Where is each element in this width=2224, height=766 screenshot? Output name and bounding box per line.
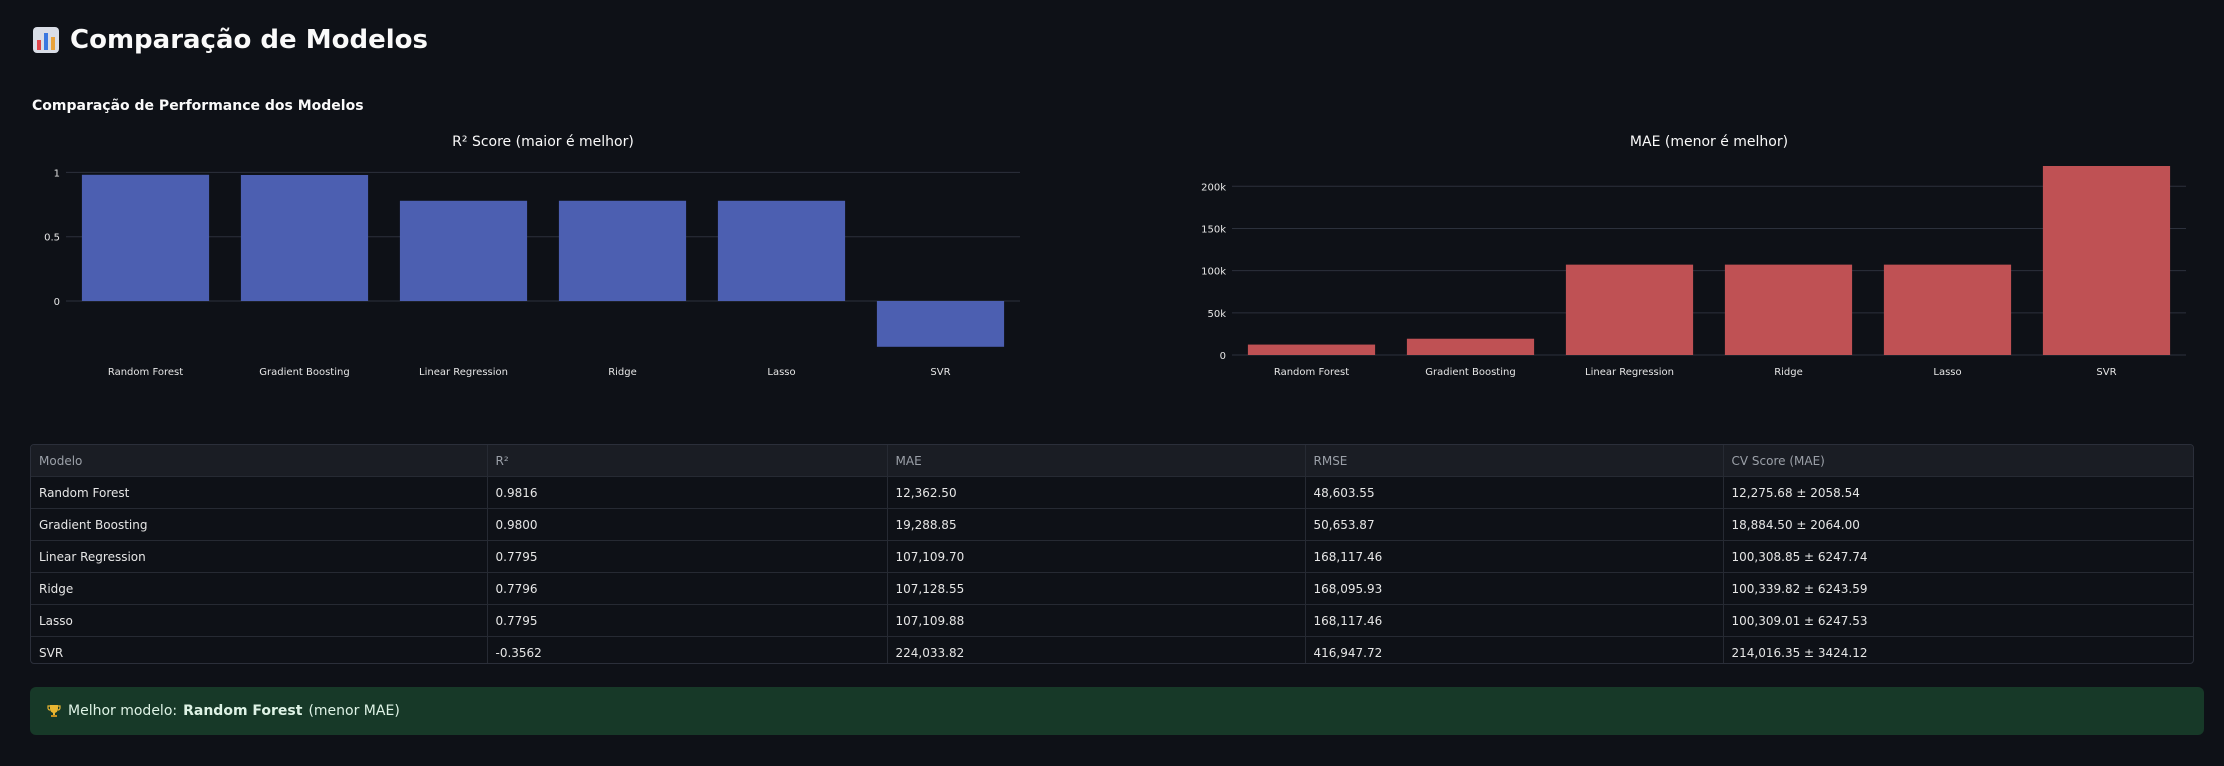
x-tick-label: Ridge bbox=[608, 367, 637, 378]
cell-r2: 0.7795 bbox=[487, 540, 888, 573]
y-tick-label: 0 bbox=[54, 297, 60, 308]
cell-rmse: 48,603.55 bbox=[1305, 476, 1724, 509]
r2-chart-svg: R² Score (maior é melhor) 0 0.5 1 Random For… bbox=[44, 134, 1020, 378]
cell-modelo: Lasso bbox=[31, 604, 488, 637]
best-model-alert: Melhor modelo: Random Forest (menor MAE) bbox=[30, 687, 2204, 735]
cell-modelo: Linear Regression bbox=[31, 540, 488, 573]
cell-modelo: Gradient Boosting bbox=[31, 508, 488, 541]
cell-rmse: 168,117.46 bbox=[1305, 604, 1724, 637]
y-tick-label: 50k bbox=[1207, 309, 1226, 320]
col-header-r2[interactable]: R² bbox=[487, 445, 888, 477]
cell-cv-score: 100,339.82 ± 6243.59 bbox=[1723, 572, 2193, 605]
col-header-rmse[interactable]: RMSE bbox=[1305, 445, 1724, 477]
mae-chart-svg: MAE (menor é melhor) 0 50k 100k 150k 200k Rand… bbox=[1201, 134, 2186, 378]
x-tick-label: Gradient Boosting bbox=[1425, 367, 1515, 378]
section-subtitle: Comparação de Performance dos Modelos bbox=[32, 98, 364, 114]
best-model-suffix: (menor MAE) bbox=[308, 703, 400, 719]
cell-modelo: Ridge bbox=[31, 572, 488, 605]
table-row: Linear Regression 0.7795 107,109.70 168,… bbox=[31, 540, 2193, 573]
y-tick-label: 0 bbox=[1220, 351, 1226, 362]
mae-chart: MAE (menor é melhor) 0 50k 100k 150k 200k Rand… bbox=[1196, 130, 2196, 394]
cell-cv-score: 100,309.01 ± 6247.53 bbox=[1723, 604, 2193, 637]
bar bbox=[876, 301, 1005, 347]
cell-r2: 0.7796 bbox=[487, 572, 888, 605]
table-header-row: Modelo R² MAE RMSE CV Score (MAE) bbox=[31, 445, 2193, 477]
x-tick-label: SVR bbox=[930, 367, 950, 378]
bar bbox=[1406, 338, 1535, 355]
x-tick-label: Linear Regression bbox=[1585, 367, 1674, 378]
cell-mae: 107,109.88 bbox=[887, 604, 1306, 637]
cell-mae: 19,288.85 bbox=[887, 508, 1306, 541]
cell-r2: 0.9816 bbox=[487, 476, 888, 509]
col-header-mae[interactable]: MAE bbox=[887, 445, 1306, 477]
cell-mae: 107,109.70 bbox=[887, 540, 1306, 573]
y-tick-label: 150k bbox=[1201, 224, 1226, 235]
bar bbox=[558, 200, 687, 301]
cell-rmse: 168,095.93 bbox=[1305, 572, 1724, 605]
y-tick-label: 200k bbox=[1201, 182, 1226, 193]
page-title-text: Comparação de Modelos bbox=[70, 25, 428, 55]
cell-rmse: 168,117.46 bbox=[1305, 540, 1724, 573]
bar bbox=[1724, 264, 1853, 355]
cell-r2: -0.3562 bbox=[487, 636, 888, 663]
cell-rmse: 50,653.87 bbox=[1305, 508, 1724, 541]
cell-cv-score: 12,275.68 ± 2058.54 bbox=[1723, 476, 2193, 509]
cell-r2: 0.7795 bbox=[487, 604, 888, 637]
y-tick-label: 1 bbox=[54, 168, 60, 179]
chart-title: R² Score (maior é melhor) bbox=[452, 134, 634, 150]
bar bbox=[1565, 264, 1694, 355]
best-model-name: Random Forest bbox=[183, 703, 303, 719]
bar-chart-icon bbox=[33, 27, 59, 53]
bar bbox=[2042, 166, 2171, 355]
cell-mae: 107,128.55 bbox=[887, 572, 1306, 605]
bar bbox=[1247, 344, 1376, 355]
bar bbox=[1883, 264, 2012, 355]
cell-cv-score: 100,308.85 ± 6247.74 bbox=[1723, 540, 2193, 573]
table-row: SVR -0.3562 224,033.82 416,947.72 214,01… bbox=[31, 636, 2193, 663]
page-title: Comparação de Modelos bbox=[32, 18, 428, 62]
bar bbox=[81, 174, 210, 301]
best-model-prefix: Melhor modelo: bbox=[68, 703, 178, 719]
table-row: Ridge 0.7796 107,128.55 168,095.93 100,3… bbox=[31, 572, 2193, 605]
cell-r2: 0.9800 bbox=[487, 508, 888, 541]
table-row: Lasso 0.7795 107,109.88 168,117.46 100,3… bbox=[31, 604, 2193, 637]
cell-cv-score: 214,016.35 ± 3424.12 bbox=[1723, 636, 2193, 663]
table-row: Gradient Boosting 0.9800 19,288.85 50,65… bbox=[31, 508, 2193, 541]
cell-mae: 12,362.50 bbox=[887, 476, 1306, 509]
x-tick-label: Lasso bbox=[1933, 367, 1961, 378]
col-header-cv-score[interactable]: CV Score (MAE) bbox=[1723, 445, 2193, 477]
cell-modelo: Random Forest bbox=[31, 476, 488, 509]
x-tick-label: Random Forest bbox=[1274, 367, 1349, 378]
chart-title: MAE (menor é melhor) bbox=[1630, 134, 1788, 150]
x-tick-label: Linear Regression bbox=[419, 367, 508, 378]
x-tick-label: SVR bbox=[2096, 367, 2116, 378]
x-tick-label: Gradient Boosting bbox=[259, 367, 349, 378]
bar bbox=[399, 200, 528, 301]
y-tick-label: 0.5 bbox=[44, 233, 60, 244]
col-header-modelo[interactable]: Modelo bbox=[31, 445, 488, 477]
cell-rmse: 416,947.72 bbox=[1305, 636, 1724, 663]
cell-modelo: SVR bbox=[31, 636, 488, 663]
bar bbox=[717, 200, 846, 301]
y-tick-label: 100k bbox=[1201, 267, 1226, 278]
bar bbox=[240, 175, 369, 301]
table-row: Random Forest 0.9816 12,362.50 48,603.55… bbox=[31, 476, 2193, 509]
x-tick-label: Random Forest bbox=[108, 367, 183, 378]
x-tick-label: Lasso bbox=[767, 367, 795, 378]
trophy-icon bbox=[47, 705, 61, 717]
cell-cv-score: 18,884.50 ± 2064.00 bbox=[1723, 508, 2193, 541]
x-tick-label: Ridge bbox=[1774, 367, 1803, 378]
cell-mae: 224,033.82 bbox=[887, 636, 1306, 663]
r2-chart: R² Score (maior é melhor) 0 0.5 1 Random For… bbox=[30, 130, 1030, 394]
models-table[interactable]: Modelo R² MAE RMSE CV Score (MAE) Random… bbox=[30, 444, 2194, 664]
